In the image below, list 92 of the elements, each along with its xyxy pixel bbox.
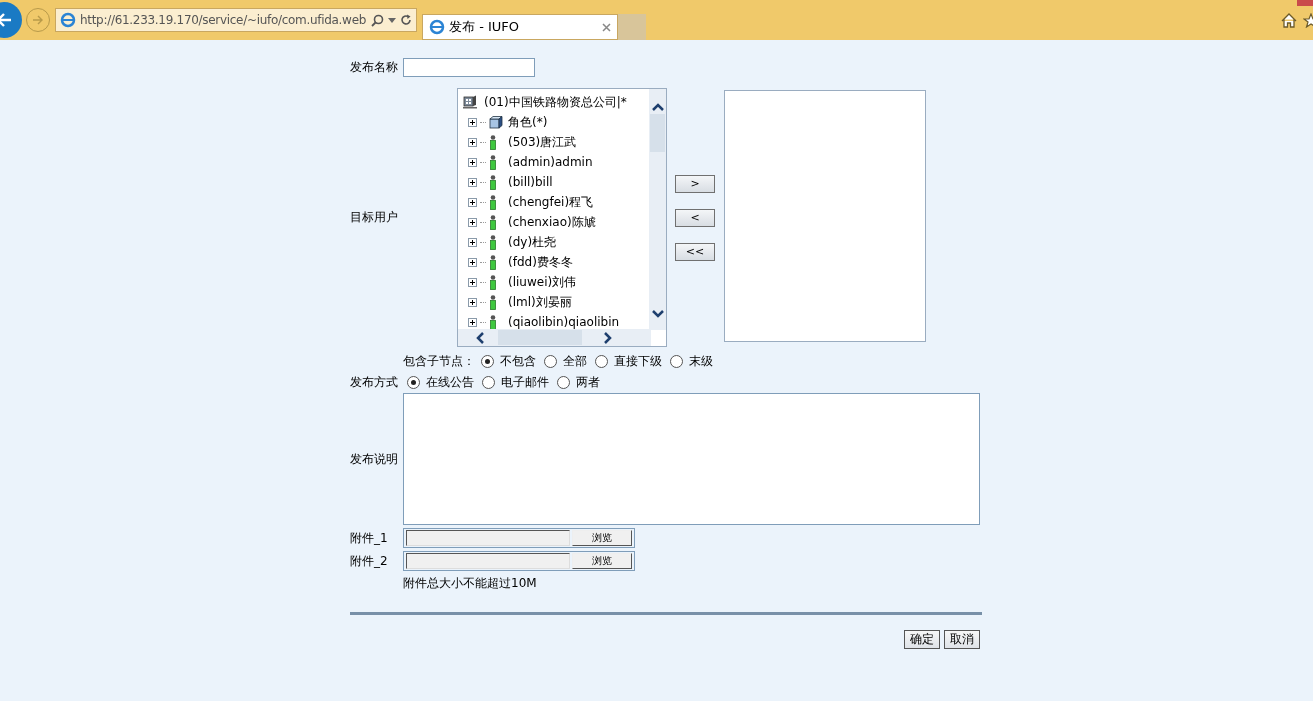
tree-node-label[interactable]: (qiaolibin)qiaolibin (508, 315, 620, 329)
user-icon (489, 214, 497, 230)
field-label: 发布说明 (350, 450, 399, 468)
user-icon (489, 314, 497, 330)
radio-label[interactable]: 直接下级 (614, 353, 662, 370)
browser-logo-icon (60, 12, 76, 28)
forward-arrow-icon (32, 15, 44, 25)
building-icon (463, 95, 478, 109)
cancel-button[interactable]: 取消 (944, 630, 980, 649)
scroll-right-icon[interactable] (604, 331, 612, 344)
file-upload-field[interactable]: 浏览 (403, 551, 635, 571)
user-icon (489, 274, 497, 290)
expand-icon[interactable] (468, 117, 477, 127)
expand-icon[interactable] (468, 277, 477, 287)
radio-label[interactable]: 在线公告 (426, 374, 474, 391)
back-arrow-icon (0, 13, 12, 27)
horizontal-scrollbar[interactable] (458, 329, 651, 346)
expand-icon[interactable] (468, 257, 477, 267)
field-label: 附件_2 (350, 552, 389, 570)
radio-button[interactable] (482, 376, 495, 389)
cube-icon (489, 115, 503, 129)
radio-button[interactable] (595, 355, 608, 368)
user-icon (489, 174, 497, 190)
address-text: http://61.233.19.170/service/~iufo/com.ufida.web (80, 13, 367, 27)
radio-label[interactable]: 两者 (576, 374, 600, 391)
expand-icon[interactable] (468, 157, 477, 167)
description-field[interactable] (403, 393, 980, 525)
user-icon (489, 134, 497, 150)
tree-node-label[interactable]: (503)唐江武 (508, 133, 577, 151)
radio-button[interactable] (670, 355, 683, 368)
move-button[interactable]: < (675, 208, 715, 227)
tree-node-label[interactable]: (chenxiao)陈虓 (508, 213, 596, 231)
user-icon (489, 254, 497, 270)
refresh-icon[interactable] (400, 14, 412, 26)
user-icon (489, 194, 497, 210)
user-icon (489, 234, 497, 250)
expand-icon[interactable] (468, 177, 477, 187)
tree-node-label[interactable]: (dy)杜尧 (508, 233, 557, 251)
scrollbar-thumb[interactable] (650, 114, 665, 152)
tree-node-label[interactable]: (fdd)费冬冬 (508, 253, 573, 271)
search-icon[interactable] (371, 13, 384, 27)
home-icon[interactable] (1281, 12, 1297, 28)
expand-icon[interactable] (468, 297, 477, 307)
radio-button[interactable] (407, 376, 420, 389)
tab-title: 发布 - IUFO (449, 18, 520, 36)
radio-label[interactable]: 电子邮件 (501, 374, 549, 391)
tree-node-label[interactable]: (liuwei)刘伟 (508, 273, 577, 291)
vertical-scrollbar[interactable] (649, 89, 666, 330)
file-path-field[interactable] (406, 530, 570, 546)
browse-button[interactable]: 浏览 (572, 553, 632, 569)
tree-node-label[interactable]: (lml)刘晏丽 (508, 293, 572, 311)
radio-button[interactable] (481, 355, 494, 368)
browse-button[interactable]: 浏览 (572, 530, 632, 546)
radio-label[interactable]: 全部 (563, 353, 587, 370)
expand-icon[interactable] (468, 197, 477, 207)
name-input-field[interactable] (403, 58, 535, 77)
expand-icon[interactable] (468, 237, 477, 247)
file-upload-field[interactable]: 浏览 (403, 528, 635, 548)
field-label: 发布方式 (350, 374, 399, 391)
tree-node-label[interactable]: (admin)admin (508, 155, 593, 169)
scroll-down-icon[interactable] (651, 310, 664, 318)
field-label: 附件_1 (350, 529, 389, 547)
field-label: 目标用户 (350, 209, 399, 226)
tree-node-label[interactable]: 角色(*) (508, 113, 548, 131)
radio-label[interactable]: 末级 (689, 353, 713, 370)
radio-label[interactable]: 不包含 (500, 353, 536, 370)
tree-node[interactable]: (01)中国铁路物资总公司|* (463, 92, 627, 112)
tree-node-label[interactable]: (bill)bill (508, 175, 553, 189)
close-icon[interactable] (602, 22, 611, 32)
browser-logo-icon (429, 19, 445, 35)
file-path-field[interactable] (406, 553, 570, 569)
scroll-left-icon[interactable] (476, 331, 484, 344)
expand-icon[interactable] (468, 137, 477, 147)
dropdown-icon[interactable] (388, 17, 396, 23)
confirm-button[interactable]: 确定 (904, 630, 940, 649)
expand-icon[interactable] (468, 317, 477, 327)
radio-button[interactable] (544, 355, 557, 368)
size-limit-note: 附件总大小不能超过10M (403, 575, 537, 592)
move-button[interactable]: << (675, 242, 715, 261)
tree-node-label[interactable]: (chengfei)程飞 (508, 193, 594, 211)
scrollbar-thumb[interactable] (498, 330, 582, 345)
user-icon (489, 154, 497, 170)
scroll-up-icon[interactable] (651, 103, 664, 111)
address-bar[interactable]: http://61.233.19.170/service/~iufo/com.ufida.web (55, 8, 417, 32)
option-label: 包含子节点： (403, 353, 475, 370)
browser-tab[interactable]: 发布 - IUFO (422, 14, 618, 40)
field-label: 发布名称 (350, 59, 399, 76)
move-button[interactable]: > (675, 174, 715, 193)
radio-button[interactable] (557, 376, 570, 389)
expand-icon[interactable] (468, 217, 477, 227)
user-icon (489, 294, 497, 310)
tree-node-label[interactable]: (01)中国铁路物资总公司|* (484, 93, 627, 111)
